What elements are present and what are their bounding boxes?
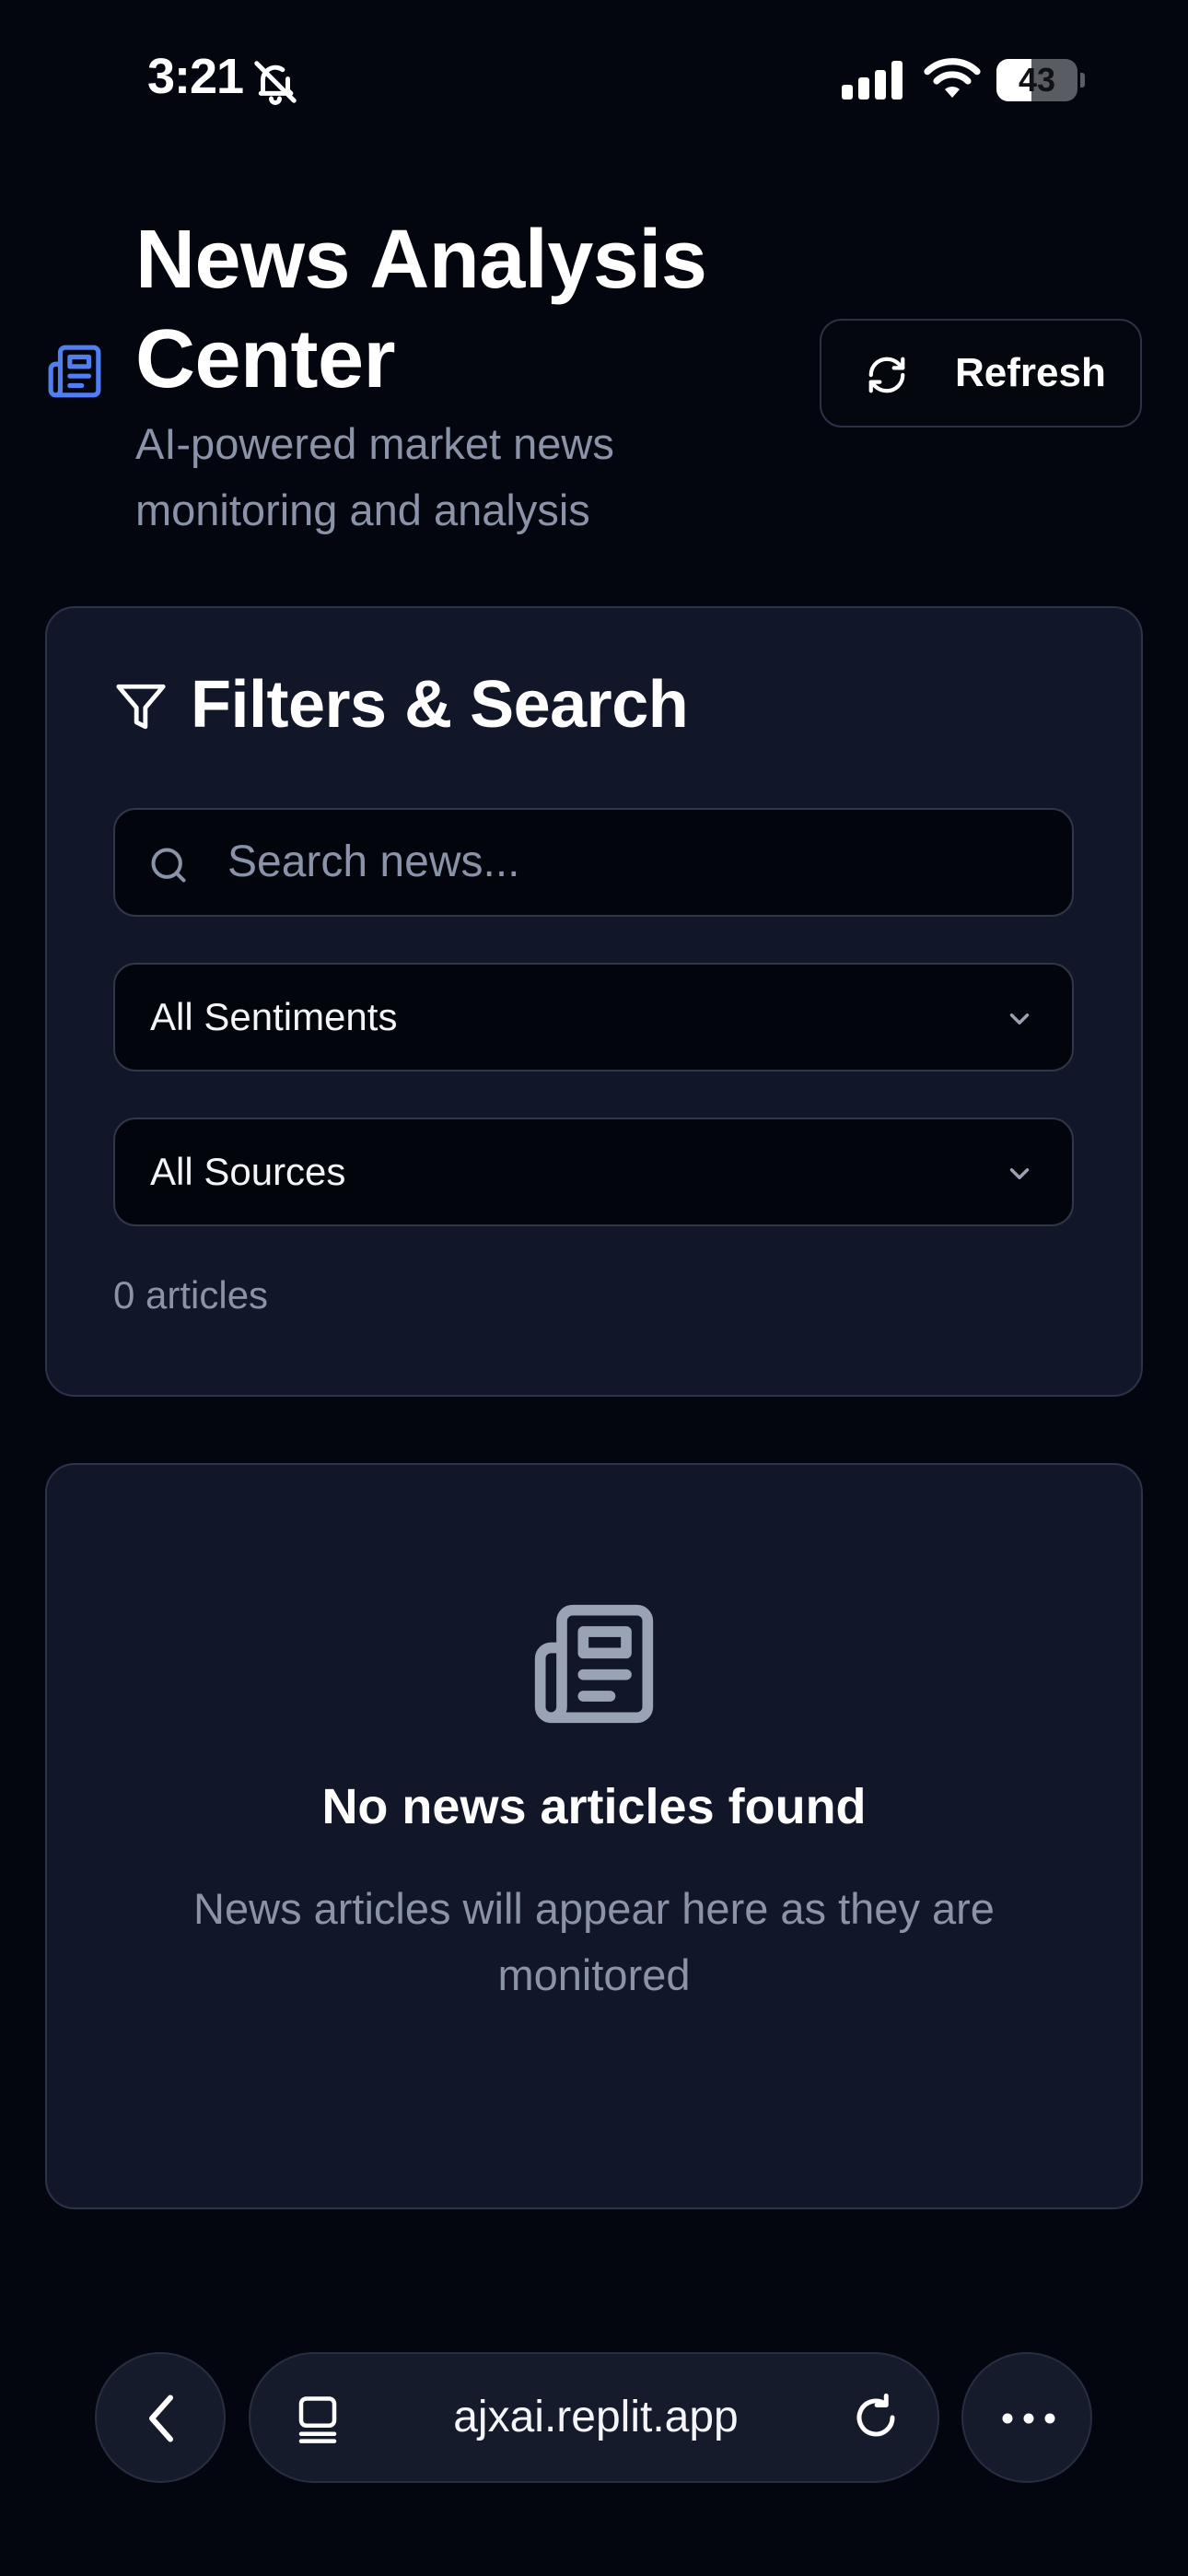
filters-title: Filters & Search bbox=[191, 668, 689, 742]
wifi-icon bbox=[924, 58, 981, 98]
signal-icon bbox=[842, 61, 903, 100]
source-select-value: All Sources bbox=[150, 1150, 346, 1193]
filter-icon bbox=[116, 684, 166, 730]
source-select[interactable]: All Sources bbox=[113, 1118, 1074, 1226]
back-icon bbox=[149, 2395, 173, 2442]
chevron-down-icon bbox=[1009, 1168, 1030, 1179]
search-input[interactable]: Search news... bbox=[113, 808, 1074, 917]
page-subtitle: AI-powered market news monitoring and an… bbox=[135, 419, 614, 534]
refresh-button[interactable]: Refresh bbox=[820, 319, 1142, 427]
empty-state-description: News articles will appear here as they a… bbox=[193, 1884, 995, 1999]
more-icon bbox=[1002, 2413, 1055, 2424]
article-count: 0 articles bbox=[113, 1273, 269, 1317]
newspaper-icon bbox=[534, 1604, 654, 1724]
refresh-icon bbox=[868, 357, 905, 393]
status-time: 3:21 bbox=[147, 49, 244, 104]
empty-state-title: No news articles found bbox=[321, 1779, 867, 1834]
more-button[interactable] bbox=[961, 2352, 1092, 2483]
page-title: News Analysis Center bbox=[135, 214, 707, 405]
battery-level: 43 bbox=[1018, 61, 1056, 99]
chevron-down-icon bbox=[1009, 1013, 1030, 1025]
search-icon bbox=[151, 848, 186, 883]
refresh-label: Refresh bbox=[955, 350, 1106, 395]
url-text[interactable]: ajxai.replit.app bbox=[250, 2354, 941, 2481]
sentiment-select[interactable]: All Sentiments bbox=[113, 963, 1074, 1071]
battery-indicator: 43 bbox=[996, 59, 1085, 101]
sentiment-select-value: All Sentiments bbox=[150, 995, 398, 1038]
back-button[interactable] bbox=[95, 2352, 226, 2483]
reload-icon[interactable] bbox=[851, 2393, 901, 2442]
empty-state-card bbox=[45, 1463, 1143, 2209]
newspaper-icon bbox=[48, 345, 101, 398]
search-placeholder: Search news... bbox=[227, 837, 520, 886]
bell-slash-icon bbox=[254, 61, 297, 105]
url-bar[interactable]: ajxai.replit.app bbox=[249, 2352, 939, 2483]
